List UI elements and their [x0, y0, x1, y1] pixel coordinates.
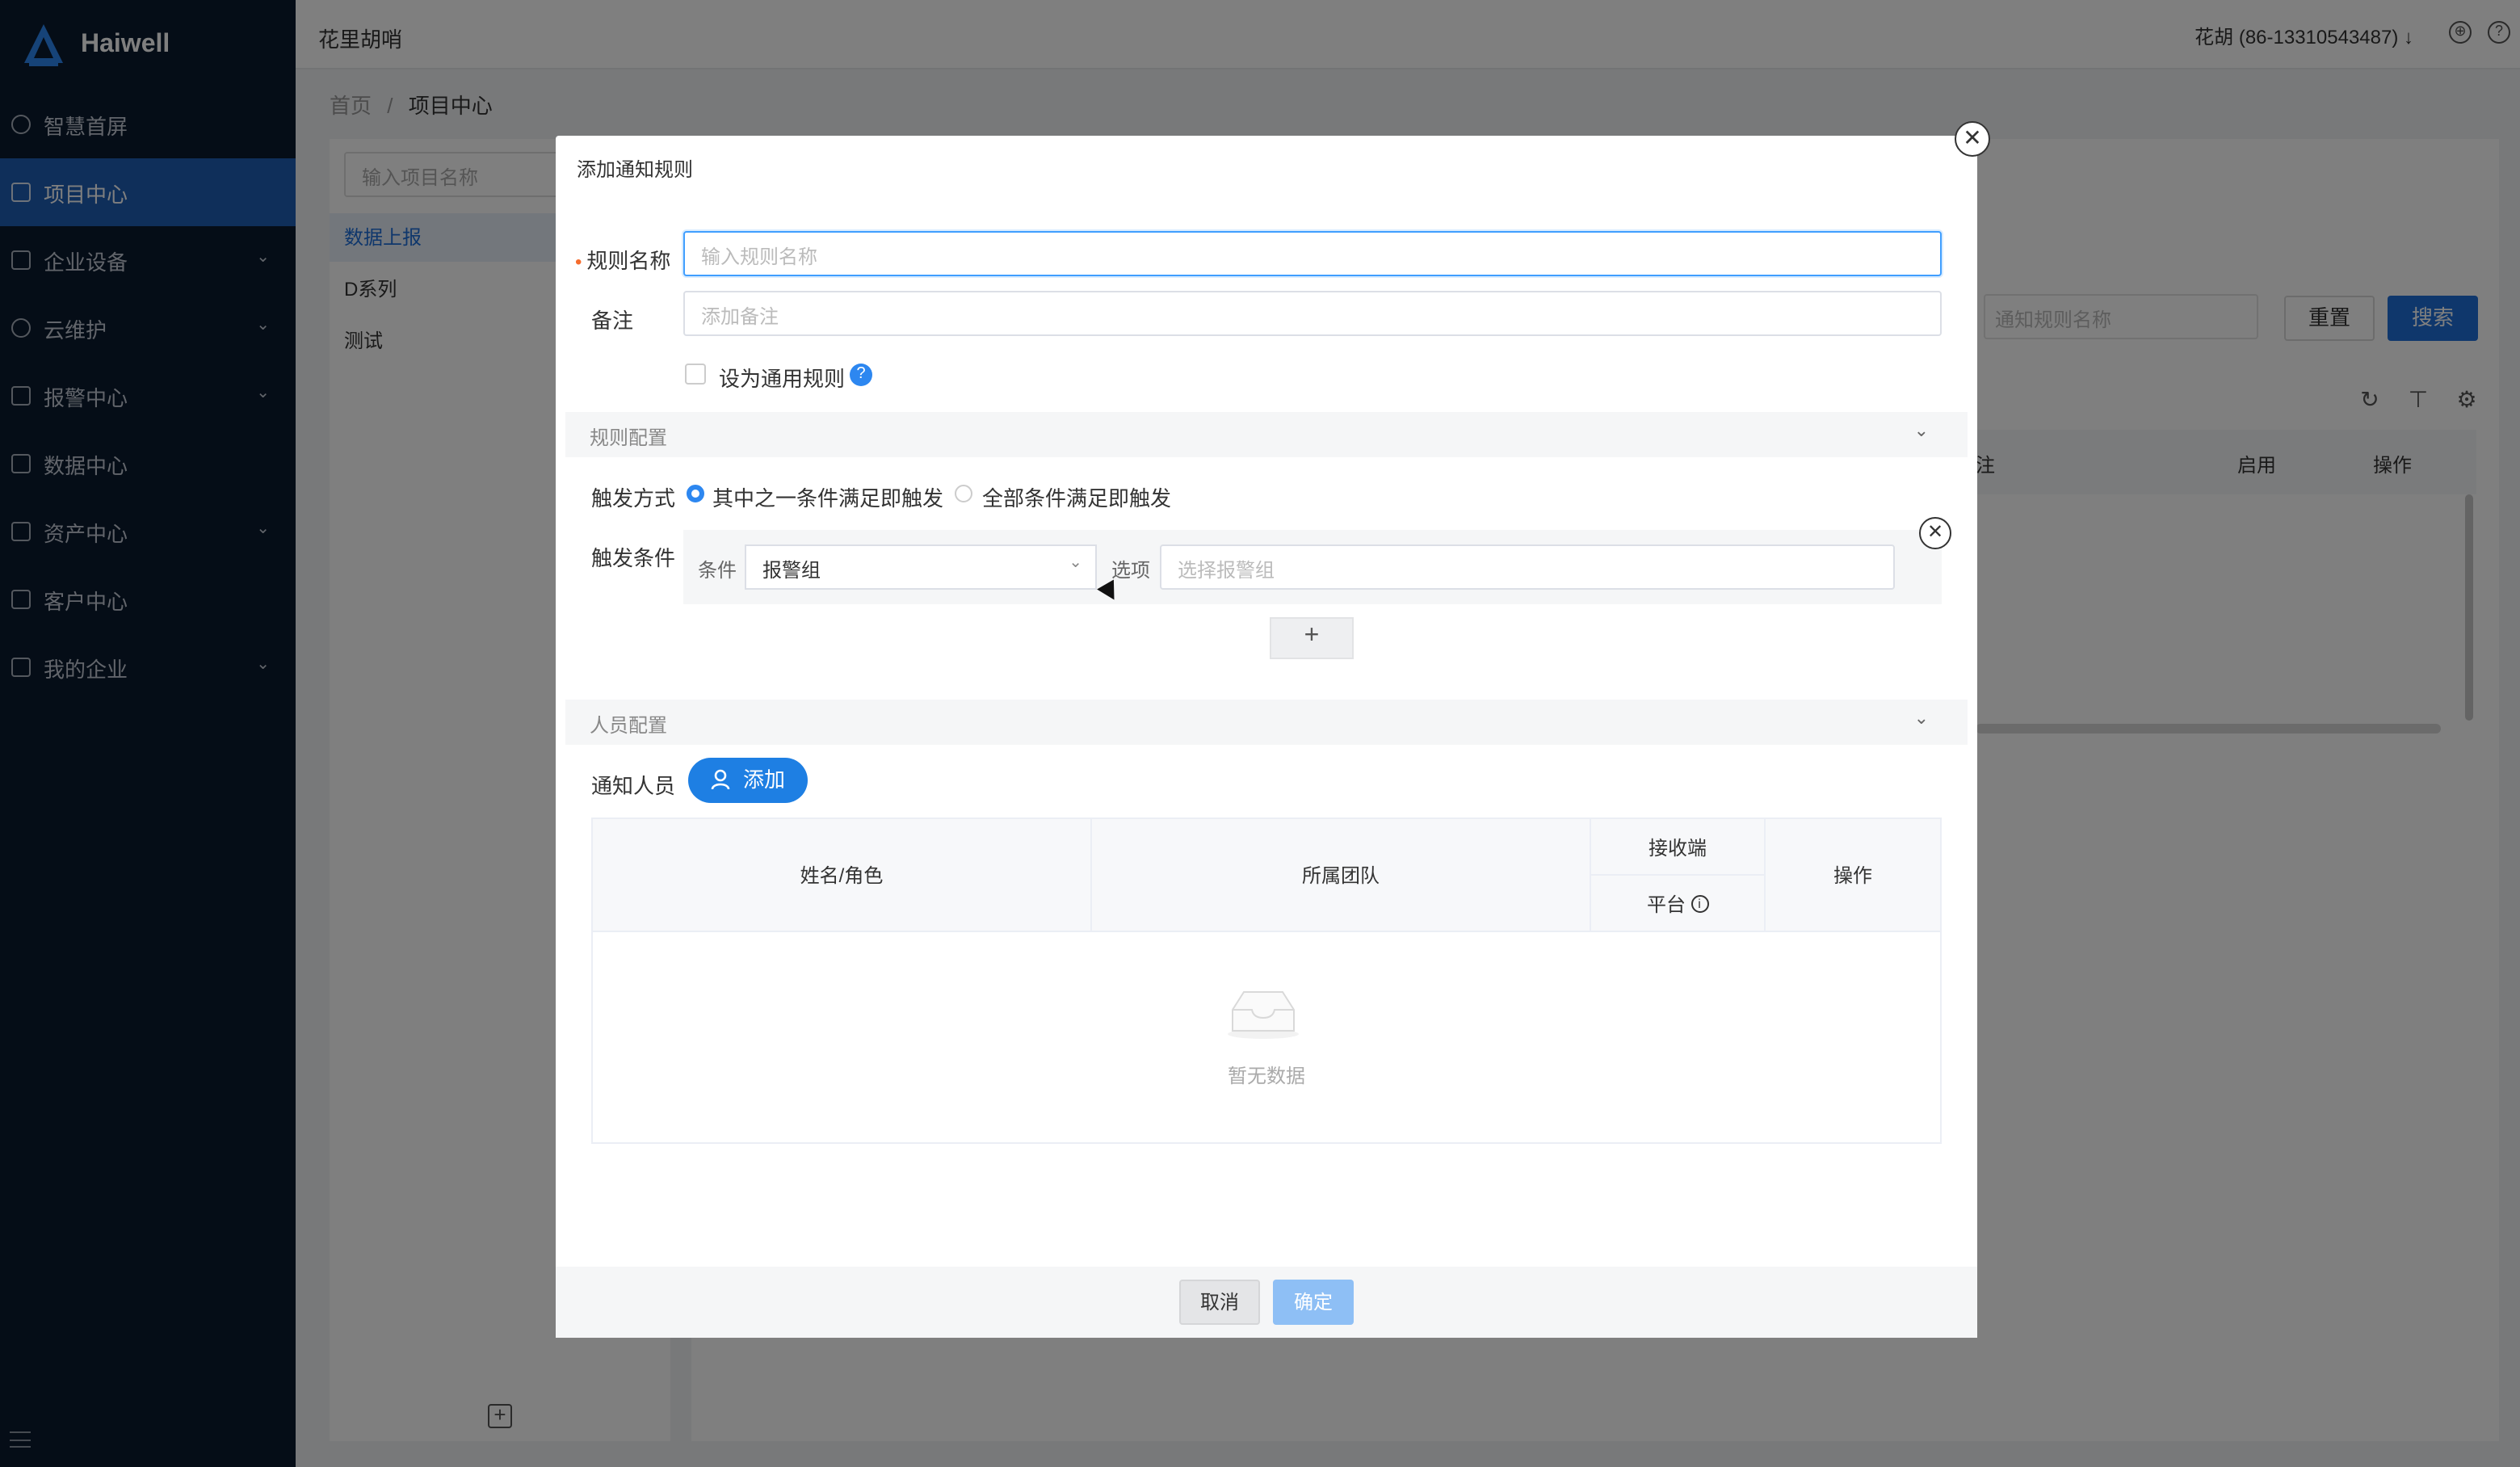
- close-icon[interactable]: ✕: [1955, 121, 1990, 157]
- remark-label: 备注: [591, 309, 634, 333]
- remark-input[interactable]: 添加备注: [683, 291, 1942, 336]
- condition-label: 条件: [698, 559, 737, 582]
- empty-box-icon: [1228, 991, 1299, 1039]
- add-people-button[interactable]: 添加: [688, 758, 808, 803]
- cancel-button[interactable]: 取消: [1179, 1280, 1260, 1325]
- info-icon[interactable]: i: [1690, 894, 1708, 912]
- people-config-section[interactable]: 人员配置 ⌄: [565, 700, 1968, 745]
- question-help-icon[interactable]: ?: [850, 364, 872, 386]
- empty-text: 暂无数据: [1227, 1065, 1305, 1087]
- person-icon: [711, 769, 730, 790]
- add-notify-rule-dialog: 添加通知规则 ✕ • 规则名称 输入规则名称 备注 添加备注 设为通用规则 ? 规…: [556, 121, 1990, 1338]
- rule-config-section[interactable]: 规则配置 ⌄: [565, 412, 1968, 457]
- dialog-body: • 规则名称 输入规则名称 备注 添加备注 设为通用规则 ? 规则配置 ⌄ 触发方…: [556, 197, 1977, 1267]
- dialog-footer: 取消 确定: [556, 1267, 1977, 1338]
- column-header-receiver: 接收端: [1591, 819, 1766, 876]
- chevron-down-icon[interactable]: ⌄: [1914, 708, 1929, 729]
- section-title: 规则配置: [590, 427, 668, 449]
- condition-select[interactable]: 报警组 ⌄: [745, 544, 1097, 590]
- option-select[interactable]: 选择报警组: [1160, 544, 1895, 590]
- chevron-down-icon: ⌄: [1069, 554, 1082, 572]
- add-people-label: 添加: [743, 767, 786, 792]
- trigger-all-radio[interactable]: [955, 485, 972, 502]
- trigger-all-label[interactable]: 全部条件满足即触发: [982, 481, 1171, 512]
- trigger-mode-label: 触发方式: [591, 486, 676, 511]
- column-header-platform: 平台 i: [1591, 876, 1766, 932]
- trigger-any-radio[interactable]: [687, 485, 704, 502]
- trigger-condition-label: 触发条件: [591, 546, 676, 570]
- rule-name-label: • 规则名称: [575, 249, 671, 273]
- column-header-name: 姓名/角色: [593, 819, 1092, 932]
- condition-row: 条件 报警组 ⌄ 选项 选择报警组: [683, 530, 1942, 604]
- general-rule-checkbox[interactable]: [685, 364, 706, 385]
- general-rule-label: 设为通用规则: [719, 367, 846, 391]
- rule-name-input[interactable]: 输入规则名称: [683, 231, 1942, 276]
- chevron-down-icon[interactable]: ⌄: [1914, 420, 1929, 441]
- dialog-title: 添加通知规则: [577, 158, 694, 181]
- add-condition-button[interactable]: +: [1270, 617, 1354, 659]
- option-label: 选项: [1111, 559, 1151, 582]
- trigger-any-label[interactable]: 其中之一条件满足即触发: [712, 481, 943, 512]
- confirm-button[interactable]: 确定: [1273, 1280, 1354, 1325]
- required-marker: •: [575, 250, 582, 273]
- notify-people-label: 通知人员: [591, 774, 676, 798]
- column-header-team: 所属团队: [1092, 819, 1591, 932]
- condition-select-value: 报警组: [762, 559, 821, 582]
- remove-condition-icon[interactable]: ✕: [1919, 517, 1951, 549]
- notify-people-table: 姓名/角色 所属团队 接收端 平台 i 操作 暂无数据: [591, 818, 1942, 1144]
- section-title: 人员配置: [590, 714, 668, 737]
- column-header-action: 操作: [1766, 819, 1940, 932]
